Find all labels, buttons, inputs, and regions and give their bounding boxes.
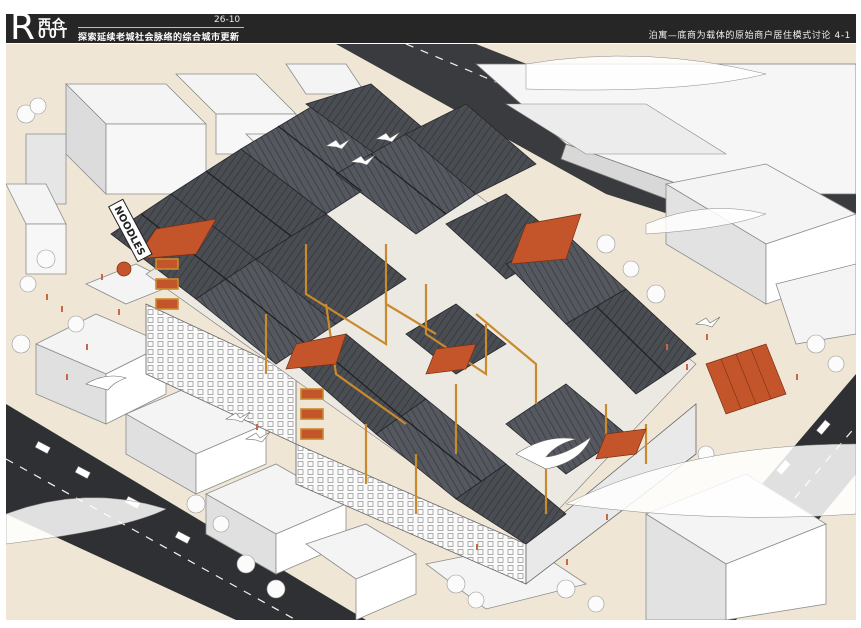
sheet-caption: 泊寓—底商为载体的原始商户居住模式讨论 4-1	[648, 31, 851, 41]
page-code: 26-10	[214, 15, 241, 25]
project-subtitle: 探索延续老城社会脉络的综合城市更新	[78, 33, 240, 43]
header-rule	[78, 27, 244, 28]
logo-oot: OOT	[38, 27, 71, 42]
axonometric-drawing: NOODLES	[6, 44, 856, 620]
logo-letter: R	[10, 7, 36, 48]
page: R 西仓 OOT 26-10 探索延续老城社会脉络的综合城市更新 泊寓—底商为载…	[0, 0, 861, 628]
